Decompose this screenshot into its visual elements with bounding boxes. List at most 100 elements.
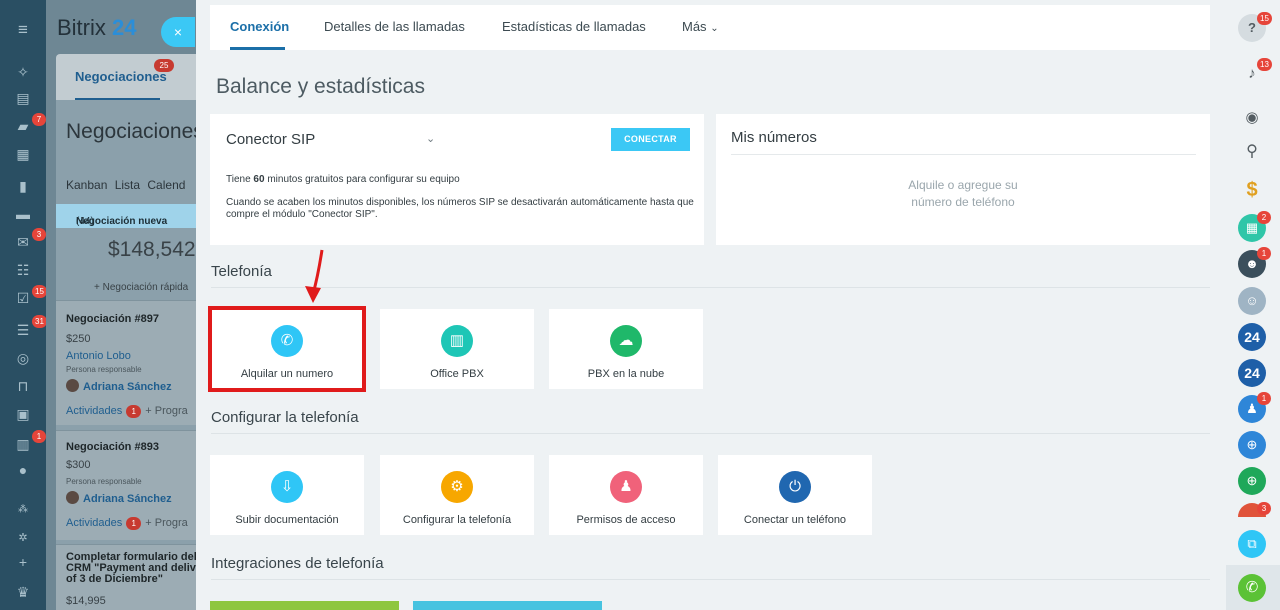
lock-icon[interactable]: ⊕: [1238, 431, 1266, 459]
tab-deals-badge: 25: [154, 59, 174, 72]
deal-name[interactable]: Negociación #893: [66, 441, 159, 453]
left-navigation: ≡ ✧ ▤ ▰ 7 ▦ ▮ ▬ ✉ 3 ☷ ☑ 15 ☰ 31 ◎ ⊓ ▣ ▥ …: [0, 0, 47, 610]
quick-deal-button[interactable]: + Negociación rápida: [94, 282, 188, 293]
deal-client[interactable]: Antonio Lobo: [66, 350, 131, 362]
responsible-label: Persona responsable: [66, 365, 142, 374]
open-channel-icon[interactable]: ⧉: [1238, 530, 1266, 558]
sip-free-text-post: minutos gratuitos para configurar su equ…: [264, 174, 460, 185]
deal-name[interactable]: Negociación #897: [66, 313, 159, 325]
connect-button[interactable]: CONECTAR: [611, 128, 690, 151]
activities-badge: 1: [126, 405, 142, 418]
robots-icon[interactable]: ▥: [14, 436, 32, 452]
integration-card-top[interactable]: [210, 601, 399, 610]
background-kanban: Negociaciones Kanban Lista Calend Negoci…: [56, 100, 200, 610]
deal-amount: $300: [66, 459, 91, 471]
add-activity-link[interactable]: + Progra: [145, 405, 188, 417]
responsible-label: Persona responsable: [66, 477, 142, 486]
bitrix24-icon[interactable]: 24: [1238, 323, 1266, 351]
add-activity-link[interactable]: + Progra: [145, 517, 188, 529]
lock-icon[interactable]: ⊕: [1238, 467, 1266, 495]
users-badge: 1: [1257, 392, 1271, 405]
my-numbers-title: Mis números: [731, 129, 817, 146]
telephony-slider: Conexión Detalles de las llamadas Estadí…: [196, 0, 1226, 610]
background-crm-page: Bitrix 24 Negociaciones 25 Negociaciones…: [46, 0, 200, 610]
more-icon[interactable]: ●: [14, 462, 32, 478]
activities-link[interactable]: Actividades 1 + Progra: [66, 405, 188, 418]
dashboard-icon[interactable]: ✧: [14, 64, 32, 80]
chat-icon[interactable]: ▰: [14, 118, 32, 134]
tasks-badge: 15: [32, 285, 47, 298]
activities-badge: 1: [126, 517, 142, 530]
divider: [731, 154, 1196, 155]
deal-name-line3[interactable]: of 3 de Diciembre": [66, 573, 163, 585]
background-page-title: Negociaciones: [66, 120, 200, 143]
settings-icon: ⚙: [441, 471, 473, 503]
messages-icon[interactable]: ◉: [1238, 104, 1266, 132]
office-pbx-tile[interactable]: ▥ Office PBX: [380, 309, 534, 389]
tab-bar: Conexión Detalles de las llamadas Estadí…: [210, 5, 1210, 50]
tab-more-label: Más: [682, 19, 707, 34]
background-tabs: Negociaciones 25: [56, 54, 200, 100]
section-divider: [211, 579, 1210, 580]
responsible-name: Adriana Sánchez: [83, 493, 172, 505]
search-icon[interactable]: ⚲: [1238, 138, 1266, 166]
activities-link[interactable]: Actividades 1 + Progra: [66, 517, 188, 530]
help-badge: 15: [1257, 12, 1272, 25]
upload-documents-tile[interactable]: ⇩ Subir documentación: [210, 455, 364, 535]
calendar-badge: 2: [1257, 211, 1271, 224]
chevron-down-icon: ⌄: [710, 23, 719, 34]
access-permissions-tile[interactable]: ♟ Permisos de acceso: [549, 455, 703, 535]
view-switcher[interactable]: Kanban Lista Calend: [66, 178, 185, 192]
crown-icon[interactable]: ♛: [14, 584, 32, 600]
empty-line-1: Alquile o agregue su: [908, 178, 1018, 192]
responsible-person[interactable]: Adriana Sánchez: [66, 491, 172, 505]
calendar-icon[interactable]: ▦: [14, 146, 32, 162]
crm-icon[interactable]: ☰: [14, 322, 32, 338]
dollar-icon[interactable]: $: [1238, 176, 1266, 204]
tab-connection[interactable]: Conexión: [230, 19, 289, 34]
shop-icon[interactable]: ⊓: [14, 378, 32, 394]
mail-badge: 3: [32, 228, 46, 241]
settings-icon[interactable]: ✲: [14, 530, 32, 546]
bitrix24-icon[interactable]: 24: [1238, 359, 1266, 387]
section-divider: [211, 287, 1210, 288]
contact-center-icon[interactable]: ▣: [14, 406, 32, 422]
tile-label: PBX en la nube: [587, 368, 665, 380]
deal-card[interactable]: Completar formulario del CRM "Payment an…: [56, 544, 200, 610]
sitemap-icon[interactable]: ⁂: [14, 502, 32, 518]
mail-icon[interactable]: ✉: [14, 234, 32, 250]
integration-card-top[interactable]: [413, 601, 602, 610]
activities-label: Actividades: [66, 517, 123, 529]
menu-icon[interactable]: ≡: [14, 21, 32, 38]
groups-icon[interactable]: ☷: [14, 262, 32, 278]
add-icon[interactable]: +: [14, 554, 32, 570]
sip-connector-panel: Conector SIP ⌄ CONECTAR Tiene 60 minutos…: [210, 114, 704, 245]
tab-call-statistics[interactable]: Estadísticas de llamadas: [502, 19, 646, 34]
right-sidebar: ? 15 ♪ 13 ◉ ⚲ $ ▦ 2 ☻ 1 ☺ 24 24 ♟ 1 ⊕ ⊕ …: [1226, 0, 1280, 610]
avatar: [66, 379, 79, 392]
activities-label: Actividades: [66, 405, 123, 417]
sip-notice-text: Cuando se acaben los minutos disponibles…: [226, 197, 694, 220]
target-icon[interactable]: ◎: [14, 350, 32, 366]
tab-call-details[interactable]: Detalles de las llamadas: [324, 19, 465, 34]
avatar: [66, 491, 79, 504]
deal-card[interactable]: Negociación #893 $300 Persona responsabl…: [56, 430, 200, 540]
chevron-down-icon[interactable]: ⌄: [426, 132, 440, 146]
integrations-section-title: Integraciones de telefonía: [211, 555, 384, 572]
sip-free-text-pre: Tiene: [226, 174, 254, 185]
connect-phone-tile[interactable]: ⏻ Conectar un teléfono: [718, 455, 872, 535]
deal-card[interactable]: Negociación #897 $250 Antonio Lobo Perso…: [56, 300, 200, 425]
responsible-person[interactable]: Adriana Sánchez: [66, 379, 172, 393]
tab-more[interactable]: Más ⌄: [682, 19, 719, 34]
tab-deals[interactable]: Negociaciones: [75, 69, 167, 84]
configure-telephony-tile[interactable]: ⚙ Configurar la telefonía: [380, 455, 534, 535]
cloud-pbx-tile[interactable]: ☁ PBX en la nube: [549, 309, 703, 389]
tasks-icon[interactable]: ☑: [14, 290, 32, 306]
close-slider-button[interactable]: ×: [161, 17, 195, 47]
phone-icon[interactable]: ✆: [1238, 574, 1266, 602]
drive-icon[interactable]: ▬: [14, 206, 32, 222]
kanban-stage-header: Negociación nueva (44): [56, 204, 200, 228]
documents-icon[interactable]: ▮: [14, 178, 32, 194]
feed-icon[interactable]: ▤: [14, 90, 32, 106]
user-avatar[interactable]: ☺: [1238, 287, 1266, 315]
